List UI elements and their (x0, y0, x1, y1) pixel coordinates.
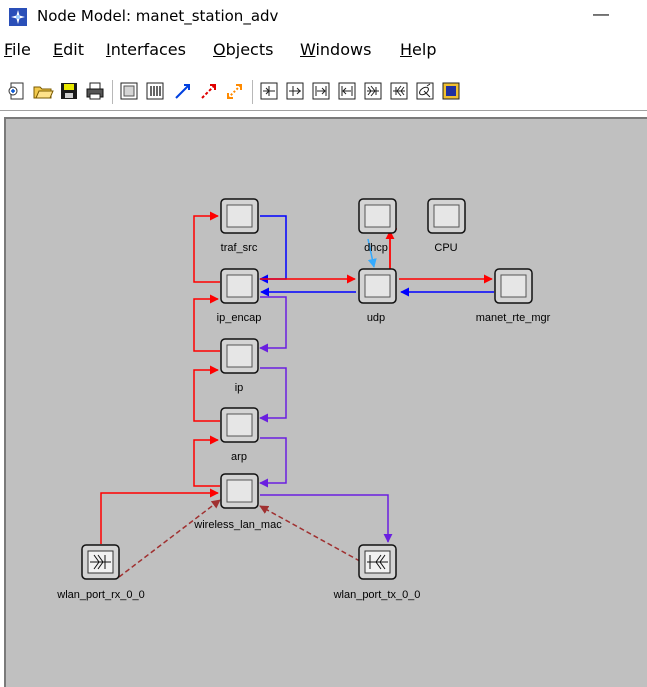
stream-udp-to-dhcp[interactable] (389, 228, 397, 269)
menu-interfaces-rest: nterfaces (110, 40, 186, 59)
editor-workspace: traf_src ip_encap ip arp wireless_lan_ma (0, 110, 647, 687)
node-diagram: traf_src ip_encap ip arp wireless_lan_ma (56, 198, 551, 601)
menu-file-rest: ile (12, 40, 31, 59)
new-module-icon[interactable] (6, 80, 28, 102)
node-editor-canvas[interactable]: traf_src ip_encap ip arp wireless_lan_ma (4, 117, 647, 687)
menu-objects-mnemonic: O (213, 40, 226, 59)
bus-rx-icon[interactable] (310, 80, 332, 102)
association-tx-to-mac[interactable] (259, 505, 368, 566)
create-processor-icon[interactable] (118, 80, 140, 102)
toolbar-separator (112, 80, 114, 104)
node-dhcp-label: dhcp (364, 242, 388, 254)
bus-tx-icon[interactable] (336, 80, 358, 102)
point-to-point-tx-icon[interactable] (284, 80, 306, 102)
association-rx-to-mac[interactable] (118, 499, 221, 578)
antenna-icon[interactable] (414, 80, 436, 102)
node-manet-rte-mgr[interactable]: manet_rte_mgr (476, 268, 551, 324)
stat-wire-icon[interactable] (198, 80, 220, 102)
open-folder-icon[interactable] (32, 80, 54, 102)
toolbar (0, 74, 647, 110)
stream-ip-encap-to-ip[interactable] (259, 296, 287, 353)
menu-bar: File Edit Interfaces Objects Windows Hel… (0, 34, 647, 64)
stream-arp-to-mac[interactable] (259, 437, 287, 488)
menu-edit-rest: dit (63, 40, 84, 59)
node-traf-src-label: traf_src (221, 242, 258, 254)
menu-interfaces[interactable]: Interfaces (106, 40, 186, 59)
stream-traf-src-to-ip-encap[interactable] (259, 215, 287, 284)
node-manet-rte-mgr-label: manet_rte_mgr (476, 312, 551, 324)
radio-tx-icon[interactable] (388, 80, 410, 102)
menu-edit[interactable]: Edit (53, 40, 84, 59)
node-arp[interactable]: arp (220, 407, 259, 463)
print-icon[interactable] (84, 80, 106, 102)
menu-file-mnemonic: F (4, 40, 13, 59)
node-udp-label: udp (367, 312, 385, 324)
save-icon[interactable] (58, 80, 80, 102)
node-udp[interactable]: udp (358, 268, 397, 324)
menu-edit-mnemonic: E (53, 40, 64, 59)
node-wlan-port-rx[interactable]: wlan_port_rx_0_0 (56, 544, 145, 601)
node-cpu[interactable]: CPU (427, 198, 466, 254)
menu-windows-rest: indows (315, 40, 372, 59)
node-wireless-lan-mac-label: wireless_lan_mac (193, 519, 282, 531)
stream-mac-to-arp[interactable] (193, 435, 220, 487)
radio-rx-icon[interactable] (362, 80, 384, 102)
node-ip-label: ip (235, 382, 244, 394)
stream-arp-to-ip[interactable] (193, 365, 220, 422)
packet-stream-icon[interactable] (172, 80, 194, 102)
point-to-point-rx-icon[interactable] (258, 80, 280, 102)
stream-ip-to-ip-encap[interactable] (193, 294, 220, 352)
node-cpu-label: CPU (434, 242, 457, 254)
node-ip[interactable]: ip (220, 338, 259, 394)
minimize-button[interactable]: — (586, 2, 616, 30)
node-arp-label: arp (231, 451, 247, 463)
opnet-app-icon (9, 8, 27, 26)
menu-file[interactable]: File (4, 40, 31, 59)
menu-objects-rest: bjects (225, 40, 274, 59)
node-ip-encap-label: ip_encap (217, 312, 262, 324)
menu-help-mnemonic: H (400, 40, 413, 59)
menu-help[interactable]: Help (400, 40, 436, 59)
node-wlan-port-rx-label: wlan_port_rx_0_0 (56, 589, 144, 601)
menu-objects[interactable]: Objects (213, 40, 273, 59)
menu-windows-mnemonic: W (300, 40, 316, 59)
toolbar-separator (252, 80, 254, 104)
stream-ip-encap-to-traf-src[interactable] (193, 211, 220, 283)
node-wlan-port-tx-label: wlan_port_tx_0_0 (333, 589, 421, 601)
title-bar: Node Model: manet_station_adv — (0, 0, 647, 34)
window-title: Node Model: manet_station_adv (37, 7, 279, 25)
menu-help-rest: elp (412, 40, 437, 59)
create-queue-icon[interactable] (144, 80, 166, 102)
stream-ip-to-arp[interactable] (259, 367, 287, 423)
logical-association-icon[interactable] (224, 80, 246, 102)
node-ip-encap[interactable]: ip_encap (217, 268, 262, 324)
node-traf-src[interactable]: traf_src (220, 198, 259, 254)
external-system-icon[interactable] (440, 80, 462, 102)
menu-windows[interactable]: Windows (300, 40, 371, 59)
